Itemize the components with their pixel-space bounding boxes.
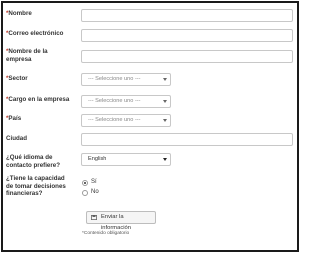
empresa-label: *Nombre de la empresa [6, 48, 48, 63]
correo-label: *Correo electrónico [6, 30, 64, 37]
cargo-select[interactable]: --- Seleccione uno --- [81, 95, 171, 108]
cargo-label: *Cargo en la empresa [6, 96, 70, 103]
radio-no-label: No [91, 189, 99, 195]
radio-si-label: Sí [91, 179, 97, 185]
radio-si[interactable] [82, 180, 88, 186]
nombre-input[interactable] [81, 9, 293, 22]
idioma-label: ¿Qué idioma de contacto prefiere? [6, 154, 60, 169]
required-note: *Contenido obligatorio [82, 231, 130, 236]
sector-select[interactable]: --- Seleccione uno --- [81, 73, 171, 86]
pais-select[interactable]: --- Seleccione uno --- [81, 114, 171, 127]
empresa-input[interactable] [81, 50, 293, 63]
pais-label: *País [6, 115, 22, 122]
save-icon [91, 215, 97, 220]
chevron-down-icon [163, 78, 167, 81]
chevron-down-icon [163, 119, 167, 122]
nombre-label: *Nombre [6, 10, 32, 17]
sector-label: *Sector [6, 75, 28, 82]
radio-no[interactable] [82, 190, 88, 196]
ciudad-label: Ciudad [6, 135, 27, 142]
form-container: *Nombre *Correo electrónico *Nombre de l… [1, 1, 299, 252]
correo-input[interactable] [81, 29, 293, 42]
ciudad-input[interactable] [81, 133, 293, 146]
submit-button-label: Enviar la información [101, 214, 131, 231]
capacidad-label: ¿Tiene la capacidad de tomar decisiones fi… [6, 175, 66, 198]
chevron-down-icon [163, 100, 167, 103]
submit-button[interactable]: Enviar la información [86, 211, 156, 231]
chevron-down-icon [163, 158, 167, 161]
idioma-select[interactable]: English [81, 153, 171, 166]
